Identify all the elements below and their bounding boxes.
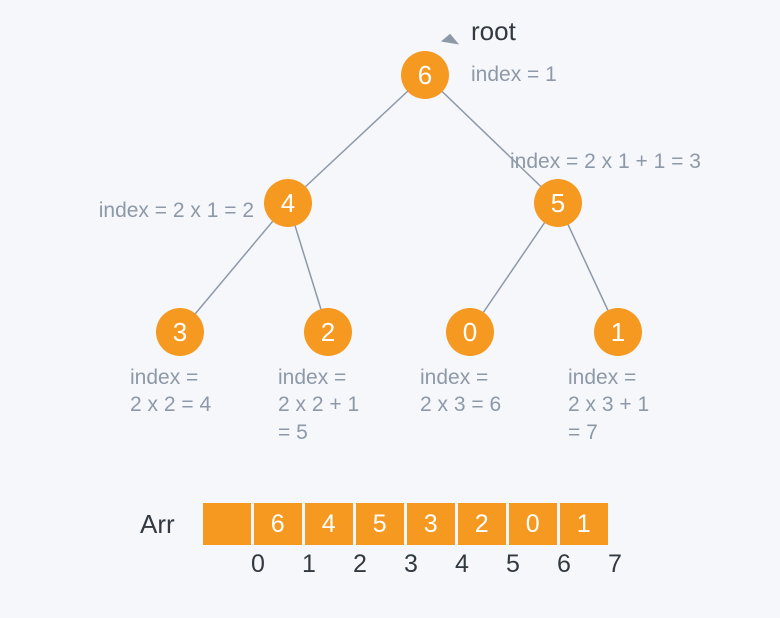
array-index: 5 <box>489 550 537 579</box>
array-cell: 1 <box>560 503 608 545</box>
array-cell: 0 <box>509 503 557 545</box>
array-index: 1 <box>285 550 333 579</box>
array-index: 0 <box>234 550 282 579</box>
diagram-canvas: root 6 index = 1 4 index = 2 x 1 = 2 5 index … <box>0 0 780 618</box>
array-cell: 4 <box>305 503 353 545</box>
tree-node: 5 <box>534 179 582 227</box>
index-label: index = 2 x 1 + 1 = 3 <box>510 148 701 175</box>
index-label: index = 2 x 3 + 1 = 7 <box>568 364 649 446</box>
index-label: index = 2 x 1 = 2 <box>99 197 254 224</box>
array-row: Arr 6453201 <box>140 503 611 545</box>
array-cell: 6 <box>254 503 302 545</box>
array-cell: 5 <box>356 503 404 545</box>
tree-edges <box>0 0 780 460</box>
array-index: 3 <box>387 550 435 579</box>
array-index: 2 <box>336 550 384 579</box>
tree-node: 0 <box>446 308 494 356</box>
index-label: index = 2 x 2 = 4 <box>130 364 211 419</box>
array-cells: 6453201 <box>203 503 611 545</box>
array-cell: 2 <box>458 503 506 545</box>
root-label: root <box>471 16 516 47</box>
array-cell: 3 <box>407 503 455 545</box>
array-index: 4 <box>438 550 486 579</box>
root-pointer-icon <box>441 34 459 52</box>
array-indices: 01234567 <box>234 550 642 579</box>
tree-node: 4 <box>264 179 312 227</box>
array-cell <box>203 503 251 545</box>
index-label: index = 2 x 3 = 6 <box>420 364 501 419</box>
tree-node: 3 <box>156 308 204 356</box>
array-index: 7 <box>591 550 639 579</box>
index-label: index = 1 <box>471 61 557 88</box>
tree-node: 2 <box>304 308 352 356</box>
tree-node: 6 <box>401 51 449 99</box>
tree-node: 1 <box>594 308 642 356</box>
index-label: index = 2 x 2 + 1 = 5 <box>278 364 359 446</box>
array-index: 6 <box>540 550 588 579</box>
array-label: Arr <box>140 509 175 540</box>
